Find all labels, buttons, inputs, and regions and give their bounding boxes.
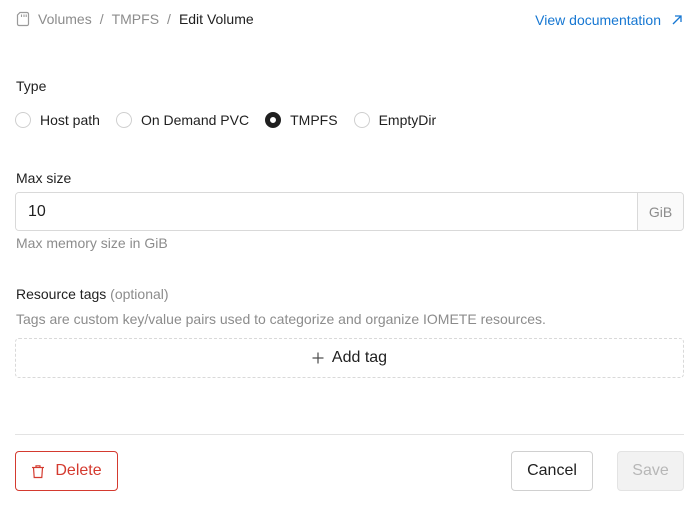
breadcrumb-separator: /	[167, 11, 171, 27]
view-documentation-link[interactable]: View documentation	[535, 10, 683, 30]
breadcrumb-current: Edit Volume	[178, 11, 254, 27]
sd-card-icon	[16, 11, 30, 27]
add-tag-label: Add tag	[331, 349, 388, 366]
resource-tags-title: Resource tags	[16, 286, 107, 302]
unit-addon: GiB	[637, 193, 683, 230]
breadcrumb-item-tmpfs[interactable]: TMPFS	[112, 11, 159, 27]
edit-volume-page: Volumes / TMPFS / Edit Volume View docum…	[0, 0, 699, 511]
radio-host-path[interactable]: Host path	[15, 112, 100, 128]
cancel-button[interactable]: Cancel	[511, 451, 593, 491]
save-button[interactable]: Save	[617, 451, 684, 491]
radio-label: EmptyDir	[378, 112, 437, 128]
radio-label: On Demand PVC	[140, 112, 250, 128]
radio-label: TMPFS	[290, 112, 338, 128]
add-tag-button[interactable]: Add tag	[15, 338, 684, 378]
trash-icon	[31, 464, 45, 479]
breadcrumb-item-volumes[interactable]: Volumes	[38, 11, 92, 27]
arrow-up-right-icon	[671, 14, 683, 26]
resource-tags-help: Tags are custom key/value pairs used to …	[16, 311, 546, 327]
radio-on-demand-pvc[interactable]: On Demand PVC	[115, 112, 250, 128]
max-size-help: Max memory size in GiB	[16, 235, 168, 251]
optional-hint: (optional)	[110, 286, 169, 302]
type-radio-group: Host path On Demand PVC TMPFS EmptyDir	[15, 110, 452, 130]
footer-divider	[15, 434, 684, 435]
breadcrumb-separator: /	[99, 11, 104, 27]
plus-icon	[312, 352, 324, 364]
max-size-field: GiB	[15, 192, 684, 231]
resource-tags-label: Resource tags (optional)	[16, 286, 169, 302]
radio-emptydir[interactable]: EmptyDir	[353, 112, 437, 128]
radio-label: Host path	[40, 112, 100, 128]
delete-button[interactable]: Delete	[15, 451, 118, 491]
delete-label: Delete	[55, 462, 102, 479]
radio-circle-checked[interactable]	[265, 112, 282, 128]
max-size-label: Max size	[16, 170, 72, 186]
breadcrumb: Volumes / TMPFS / Edit Volume	[16, 9, 254, 29]
radio-circle[interactable]	[115, 112, 132, 128]
max-size-input[interactable]	[16, 193, 637, 230]
radio-circle[interactable]	[15, 112, 31, 128]
radio-tmpfs[interactable]: TMPFS	[265, 112, 338, 128]
view-documentation-label: View documentation	[535, 12, 661, 28]
type-label: Type	[16, 78, 47, 94]
radio-circle[interactable]	[353, 112, 370, 128]
